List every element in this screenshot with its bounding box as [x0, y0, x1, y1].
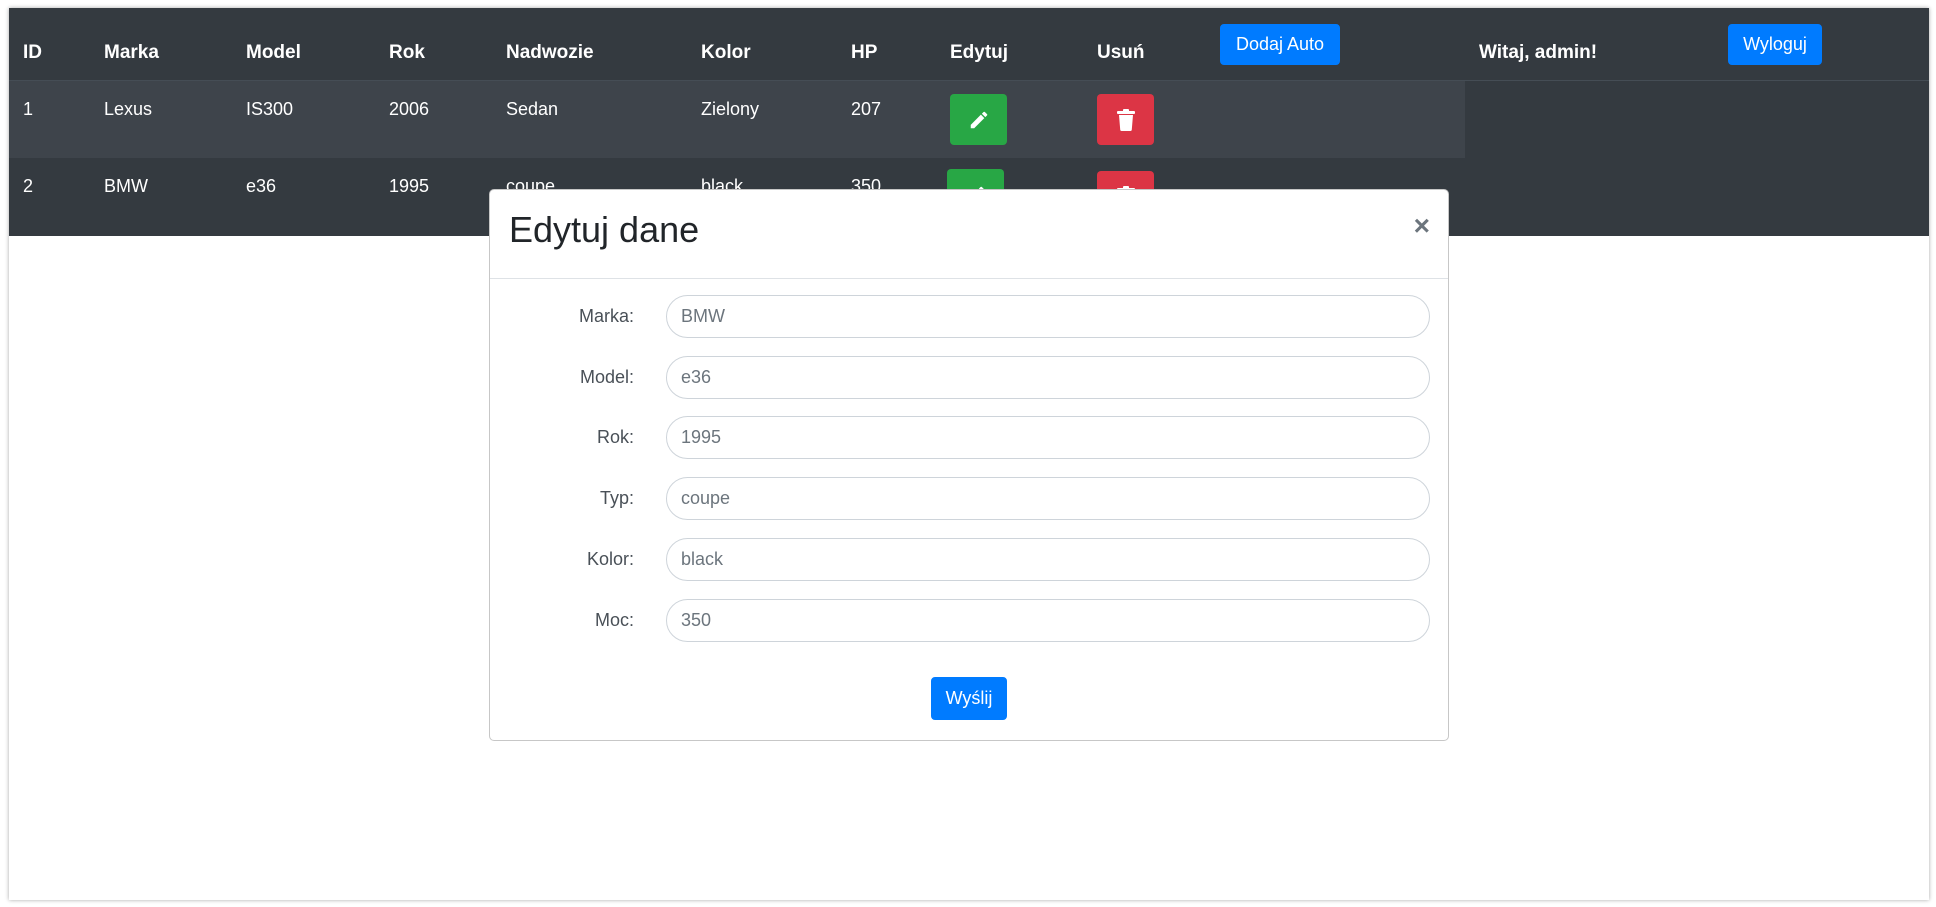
- cell-nadwozie: Sedan: [506, 99, 559, 119]
- model-input[interactable]: [666, 356, 1430, 399]
- table-row: 1 Lexus IS300 2006 Sedan Zielony 207: [9, 81, 1465, 158]
- moc-input[interactable]: [666, 599, 1430, 642]
- typ-label: Typ:: [599, 488, 634, 508]
- rok-input[interactable]: [666, 416, 1430, 459]
- cell-id: 2: [23, 176, 34, 196]
- close-icon[interactable]: ×: [1414, 210, 1430, 242]
- cell-model: IS300: [246, 99, 294, 119]
- cell-model: e36: [246, 176, 277, 196]
- header-hp: HP: [851, 42, 878, 63]
- table-header: ID Marka Model Rok Nadwozie Kolor HP Edy…: [9, 8, 1929, 81]
- cell-hp: 207: [851, 99, 882, 119]
- kolor-label: Kolor:: [586, 549, 634, 569]
- modal-header: Edytuj dane ×: [490, 190, 1448, 279]
- edit-modal: Edytuj dane × Marka: Model: Rok: Typ: Ko…: [489, 189, 1449, 741]
- header-marka: Marka: [104, 42, 159, 63]
- add-car-button[interactable]: Dodaj Auto: [1220, 24, 1340, 65]
- logout-button[interactable]: Wyloguj: [1728, 24, 1822, 65]
- pencil-icon: [970, 111, 987, 128]
- cell-marka: Lexus: [104, 99, 153, 119]
- header-model: Model: [246, 42, 301, 63]
- header-kolor: Kolor: [701, 42, 751, 63]
- delete-button[interactable]: [1097, 94, 1154, 145]
- header-nadwozie: Nadwozie: [506, 42, 594, 63]
- marka-label: Marka:: [578, 306, 634, 326]
- marka-input[interactable]: [666, 295, 1430, 338]
- typ-input[interactable]: [666, 477, 1430, 520]
- header-edytuj: Edytuj: [950, 42, 1009, 63]
- header-rok: Rok: [389, 42, 425, 63]
- welcome-text: Witaj, admin!: [1479, 42, 1598, 63]
- cell-rok: 1995: [389, 176, 430, 196]
- cell-kolor: Zielony: [701, 99, 760, 119]
- trash-icon: [1116, 108, 1135, 131]
- model-label: Model:: [579, 367, 634, 387]
- rok-label: Rok:: [596, 427, 634, 447]
- cell-marka: BMW: [104, 176, 148, 196]
- modal-title: Edytuj dane: [509, 209, 700, 250]
- submit-button[interactable]: Wyślij: [931, 677, 1007, 720]
- cell-id: 1: [23, 99, 34, 119]
- header-id: ID: [23, 42, 42, 63]
- moc-label: Moc:: [594, 610, 634, 630]
- header-usun: Usuń: [1097, 42, 1145, 63]
- edit-button[interactable]: [950, 94, 1007, 145]
- kolor-input[interactable]: [666, 538, 1430, 581]
- app-frame: ID Marka Model Rok Nadwozie Kolor HP Edy…: [9, 8, 1929, 900]
- cell-rok: 2006: [389, 99, 430, 119]
